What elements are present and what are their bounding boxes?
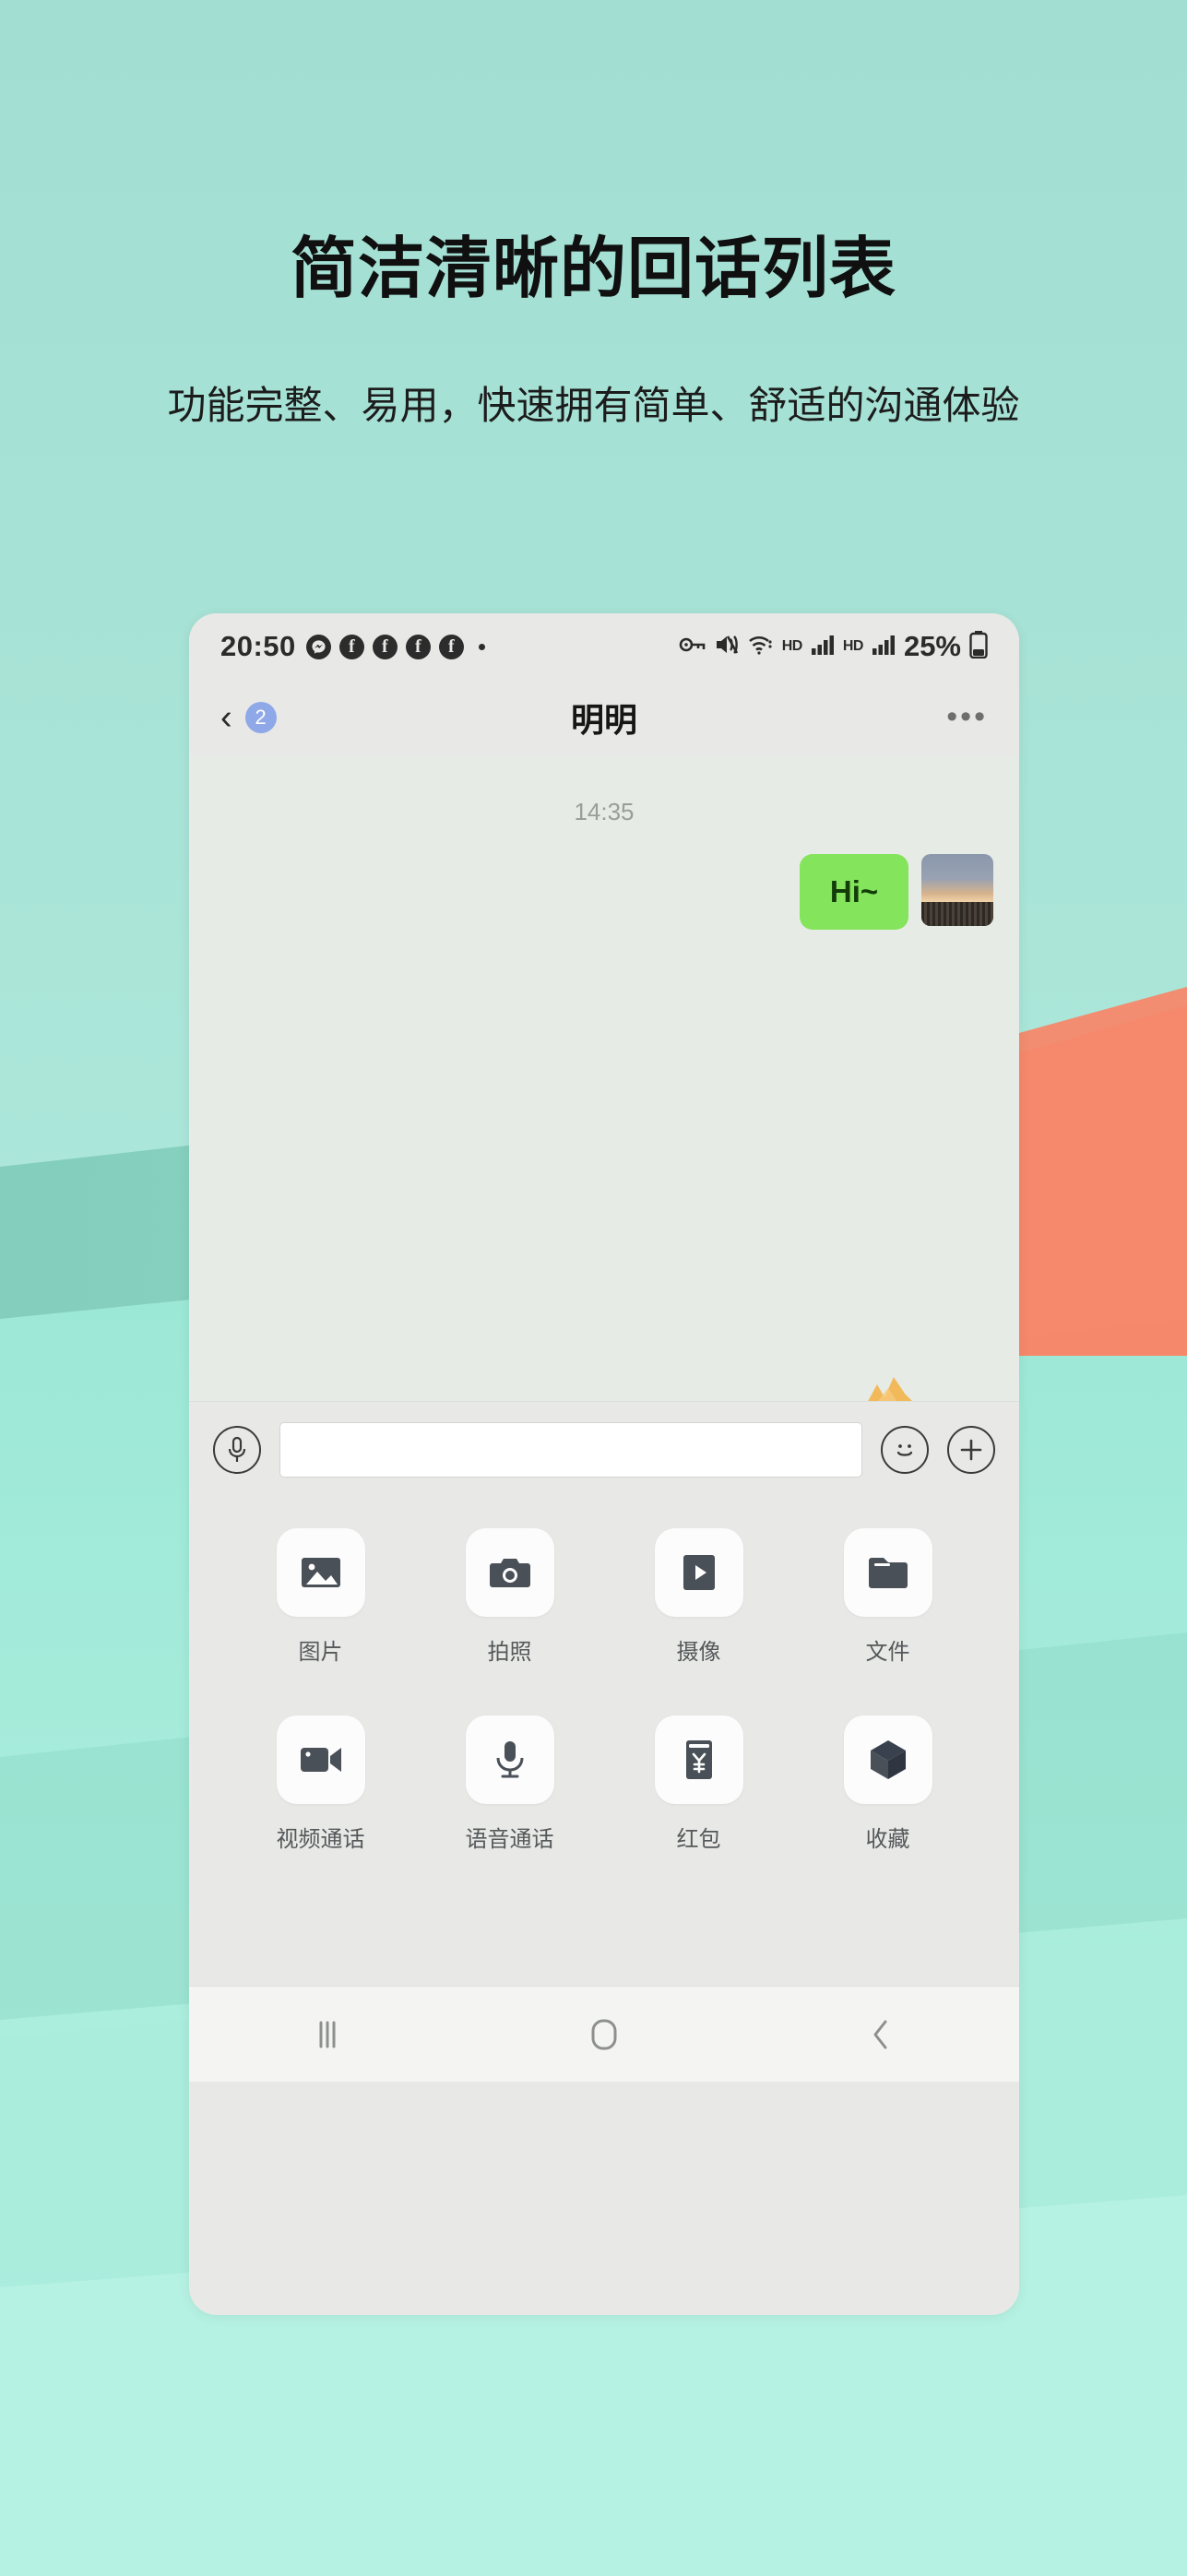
home-icon[interactable] <box>549 2002 659 2067</box>
battery-icon <box>969 630 988 663</box>
attachment-camera[interactable]: 拍照 <box>415 1528 604 1666</box>
hd-badge-icon: HD <box>781 638 803 654</box>
message-time-divider: 14:35 <box>574 798 635 825</box>
signal-bars-icon <box>811 635 835 659</box>
message-input-field[interactable] <box>279 1421 862 1478</box>
vpn-key-icon <box>679 635 706 659</box>
red-packet-icon <box>654 1715 743 1804</box>
android-navigation-bar <box>189 1986 1019 2082</box>
status-bar: 20:50 f f f f HD HD 25% <box>189 613 1019 680</box>
chat-background-watermark <box>868 1377 912 1401</box>
wifi-icon <box>748 634 774 660</box>
attachment-label: 收藏 <box>865 1827 910 1852</box>
video-record-icon <box>654 1528 743 1617</box>
emoji-smiley-icon[interactable] <box>881 1425 929 1474</box>
attachment-favorites[interactable]: 收藏 <box>793 1715 982 1853</box>
plus-icon[interactable] <box>947 1425 995 1474</box>
message-row: Hi~ <box>189 854 1019 930</box>
facebook-icon: f <box>372 634 398 659</box>
signal-bars-icon <box>872 635 896 659</box>
status-notification-icons: f f f f <box>305 634 492 659</box>
microphone-icon[interactable] <box>213 1425 261 1474</box>
facebook-icon: f <box>405 634 431 659</box>
attachment-row: 视频通话 语音通话 红包 收藏 <box>226 1715 982 1853</box>
facebook-icon: f <box>338 634 364 659</box>
nav-back-icon[interactable] <box>825 2002 936 2067</box>
attachment-video-call[interactable]: 视频通话 <box>226 1715 415 1853</box>
chat-header: ‹ 2 明明 ••• <box>189 680 1019 755</box>
attachment-label: 视频通话 <box>276 1827 365 1852</box>
attachment-label: 语音通话 <box>465 1827 554 1852</box>
message-input-bar <box>189 1401 1019 1497</box>
more-notifications-dot <box>478 643 485 650</box>
attachment-file[interactable]: 文件 <box>793 1528 982 1666</box>
page-title: 简洁清晰的回话列表 <box>290 232 896 306</box>
battery-percent-label: 25% <box>903 630 961 662</box>
voice-call-microphone-icon <box>465 1715 554 1804</box>
favorites-cube-icon <box>843 1715 932 1804</box>
attachment-label: 摄像 <box>676 1640 721 1665</box>
attachment-label: 图片 <box>298 1640 343 1665</box>
status-system-icons: HD HD 25% <box>679 630 988 663</box>
message-bubble[interactable]: Hi~ <box>800 854 908 930</box>
message-list[interactable]: 14:35 Hi~ <box>189 755 1019 1401</box>
status-time: 20:50 <box>220 630 296 662</box>
avatar[interactable] <box>921 854 993 926</box>
hd-badge-icon: HD <box>842 638 864 654</box>
facebook-icon: f <box>438 634 464 659</box>
attachment-label: 拍照 <box>487 1640 532 1665</box>
attachment-image[interactable]: 图片 <box>226 1528 415 1666</box>
folder-icon <box>843 1528 932 1617</box>
camera-icon <box>465 1528 554 1617</box>
attachment-label: 文件 <box>865 1640 910 1665</box>
video-call-icon <box>276 1715 365 1804</box>
page-subtitle: 功能完整、易用，快速拥有简单、舒适的沟通体验 <box>167 384 1020 427</box>
image-icon <box>276 1528 365 1617</box>
messenger-icon <box>305 634 331 659</box>
phone-mockup: 20:50 f f f f HD HD 25% ‹ 2 明明 ••• 14:35… <box>189 613 1019 2315</box>
attachment-label: 红包 <box>676 1827 721 1852</box>
attachment-row: 图片 拍照 摄像 文件 <box>226 1528 982 1666</box>
chat-title: 明明 <box>570 701 637 739</box>
recents-icon[interactable] <box>272 2002 383 2067</box>
more-options-icon[interactable]: ••• <box>946 702 988 732</box>
volume-mute-icon <box>715 634 740 660</box>
attachment-video[interactable]: 摄像 <box>604 1528 793 1666</box>
attachment-voice-call[interactable]: 语音通话 <box>415 1715 604 1853</box>
attachment-panel: 图片 拍照 摄像 文件 视频通话 语音通话 红包 收藏 <box>189 1497 1019 1986</box>
attachment-red-packet[interactable]: 红包 <box>604 1715 793 1853</box>
